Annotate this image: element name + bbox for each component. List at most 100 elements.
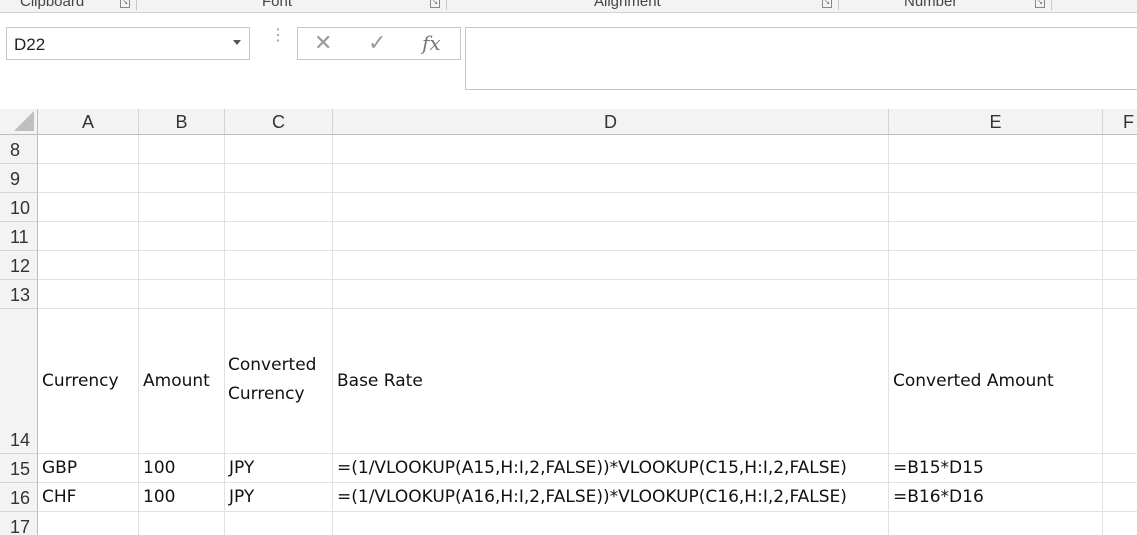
row-header-13[interactable]: 13 [0,280,38,309]
cell-e12[interactable] [889,251,1103,280]
cell-c13[interactable] [225,280,333,309]
dialog-launcher-icon[interactable]: ↘ [120,0,130,8]
cell-a12[interactable] [38,251,139,280]
cell-f9[interactable] [1103,164,1137,193]
cell-f17[interactable] [1103,512,1137,535]
cell-d10[interactable] [333,193,889,222]
column-header-d[interactable]: D [333,109,889,135]
cell-b15[interactable]: 100 [139,454,225,483]
ribbon-group-number: Number [904,0,958,10]
column-header-b[interactable]: B [139,109,225,135]
ribbon-separator [136,0,137,10]
column-header-a[interactable]: A [38,109,139,135]
cell-d8[interactable] [333,135,889,164]
cell-b11[interactable] [139,222,225,251]
ribbon-separator [838,0,839,10]
cell-e14[interactable]: Converted Amount [889,309,1103,454]
cell-b12[interactable] [139,251,225,280]
cell-d14[interactable]: Base Rate [333,309,889,454]
cell-e16[interactable]: =B16*D16 [889,483,1103,512]
ribbon-group-font: Font [262,0,293,10]
cell-b17[interactable] [139,512,225,535]
formula-bar: D22 ⋮ ✕ ✓ fx [0,13,1137,109]
cell-a11[interactable] [38,222,139,251]
cell-e9[interactable] [889,164,1103,193]
cell-a15[interactable]: GBP [38,454,139,483]
formula-buttons: ✕ ✓ fx [297,27,461,60]
row-header-12[interactable]: 12 [0,251,38,280]
cell-b16[interactable]: 100 [139,483,225,512]
cell-c12[interactable] [225,251,333,280]
cell-a10[interactable] [38,193,139,222]
cell-a14[interactable]: Currency [38,309,139,454]
cell-a16[interactable]: CHF [38,483,139,512]
dialog-launcher-icon[interactable]: ↘ [1035,0,1045,8]
cell-b8[interactable] [139,135,225,164]
row-header-11[interactable]: 11 [0,222,38,251]
close-icon[interactable]: ✕ [314,30,332,56]
cell-f8[interactable] [1103,135,1137,164]
cell-b9[interactable] [139,164,225,193]
column-header-e[interactable]: E [889,109,1103,135]
cell-d9[interactable] [333,164,889,193]
cell-d11[interactable] [333,222,889,251]
cell-a9[interactable] [38,164,139,193]
chevron-down-icon[interactable] [233,40,241,45]
ribbon-group-labels: Clipboard ↘ Font ↘ Alignment ↘ Number ↘ [0,0,1137,13]
cell-e8[interactable] [889,135,1103,164]
cell-e15[interactable]: =B15*D15 [889,454,1103,483]
cell-f11[interactable] [1103,222,1137,251]
cell-c10[interactable] [225,193,333,222]
check-icon[interactable]: ✓ [368,30,386,56]
cell-a17[interactable] [38,512,139,535]
row-header-10[interactable]: 10 [0,193,38,222]
cell-b10[interactable] [139,193,225,222]
row-header-16[interactable]: 16 [0,483,38,512]
cell-b14[interactable]: Amount [139,309,225,454]
ribbon-separator [1051,0,1052,10]
cell-c11[interactable] [225,222,333,251]
cell-c16[interactable]: JPY [225,483,333,512]
cell-f15[interactable] [1103,454,1137,483]
cell-e13[interactable] [889,280,1103,309]
cell-e17[interactable] [889,512,1103,535]
cell-d17[interactable] [333,512,889,535]
cell-d13[interactable] [333,280,889,309]
row-header-8[interactable]: 8 [0,135,38,164]
ribbon-group-alignment: Alignment [594,0,661,10]
ribbon-separator [446,0,447,10]
cell-d15[interactable]: =(1/VLOOKUP(A15,H:I,2,FALSE))*VLOOKUP(C1… [333,454,889,483]
name-box-value: D22 [14,35,46,54]
cell-f13[interactable] [1103,280,1137,309]
dialog-launcher-icon[interactable]: ↘ [430,0,440,8]
select-all-icon [14,111,34,131]
formula-bar-resize-handle[interactable]: ⋮ [270,28,286,44]
cell-c8[interactable] [225,135,333,164]
cell-f10[interactable] [1103,193,1137,222]
cell-c17[interactable] [225,512,333,535]
row-header-9[interactable]: 9 [0,164,38,193]
cell-c9[interactable] [225,164,333,193]
cell-b13[interactable] [139,280,225,309]
cell-f12[interactable] [1103,251,1137,280]
dialog-launcher-icon[interactable]: ↘ [822,0,832,8]
select-all-button[interactable] [0,109,38,135]
cell-a13[interactable] [38,280,139,309]
cell-c14[interactable]: Converted Currency [225,309,333,454]
column-header-f[interactable]: F [1103,109,1137,135]
cell-e10[interactable] [889,193,1103,222]
row-header-14[interactable]: 14 [0,309,38,454]
cell-f14[interactable] [1103,309,1137,454]
cell-a8[interactable] [38,135,139,164]
formula-input[interactable] [465,27,1137,90]
name-box[interactable]: D22 [6,27,250,60]
column-header-c[interactable]: C [225,109,333,135]
cell-d12[interactable] [333,251,889,280]
fx-icon[interactable]: fx [422,31,441,55]
cell-e11[interactable] [889,222,1103,251]
row-header-17[interactable]: 17 [0,512,38,535]
cell-d16[interactable]: =(1/VLOOKUP(A16,H:I,2,FALSE))*VLOOKUP(C1… [333,483,889,512]
cell-f16[interactable] [1103,483,1137,512]
cell-c15[interactable]: JPY [225,454,333,483]
row-header-15[interactable]: 15 [0,454,38,483]
